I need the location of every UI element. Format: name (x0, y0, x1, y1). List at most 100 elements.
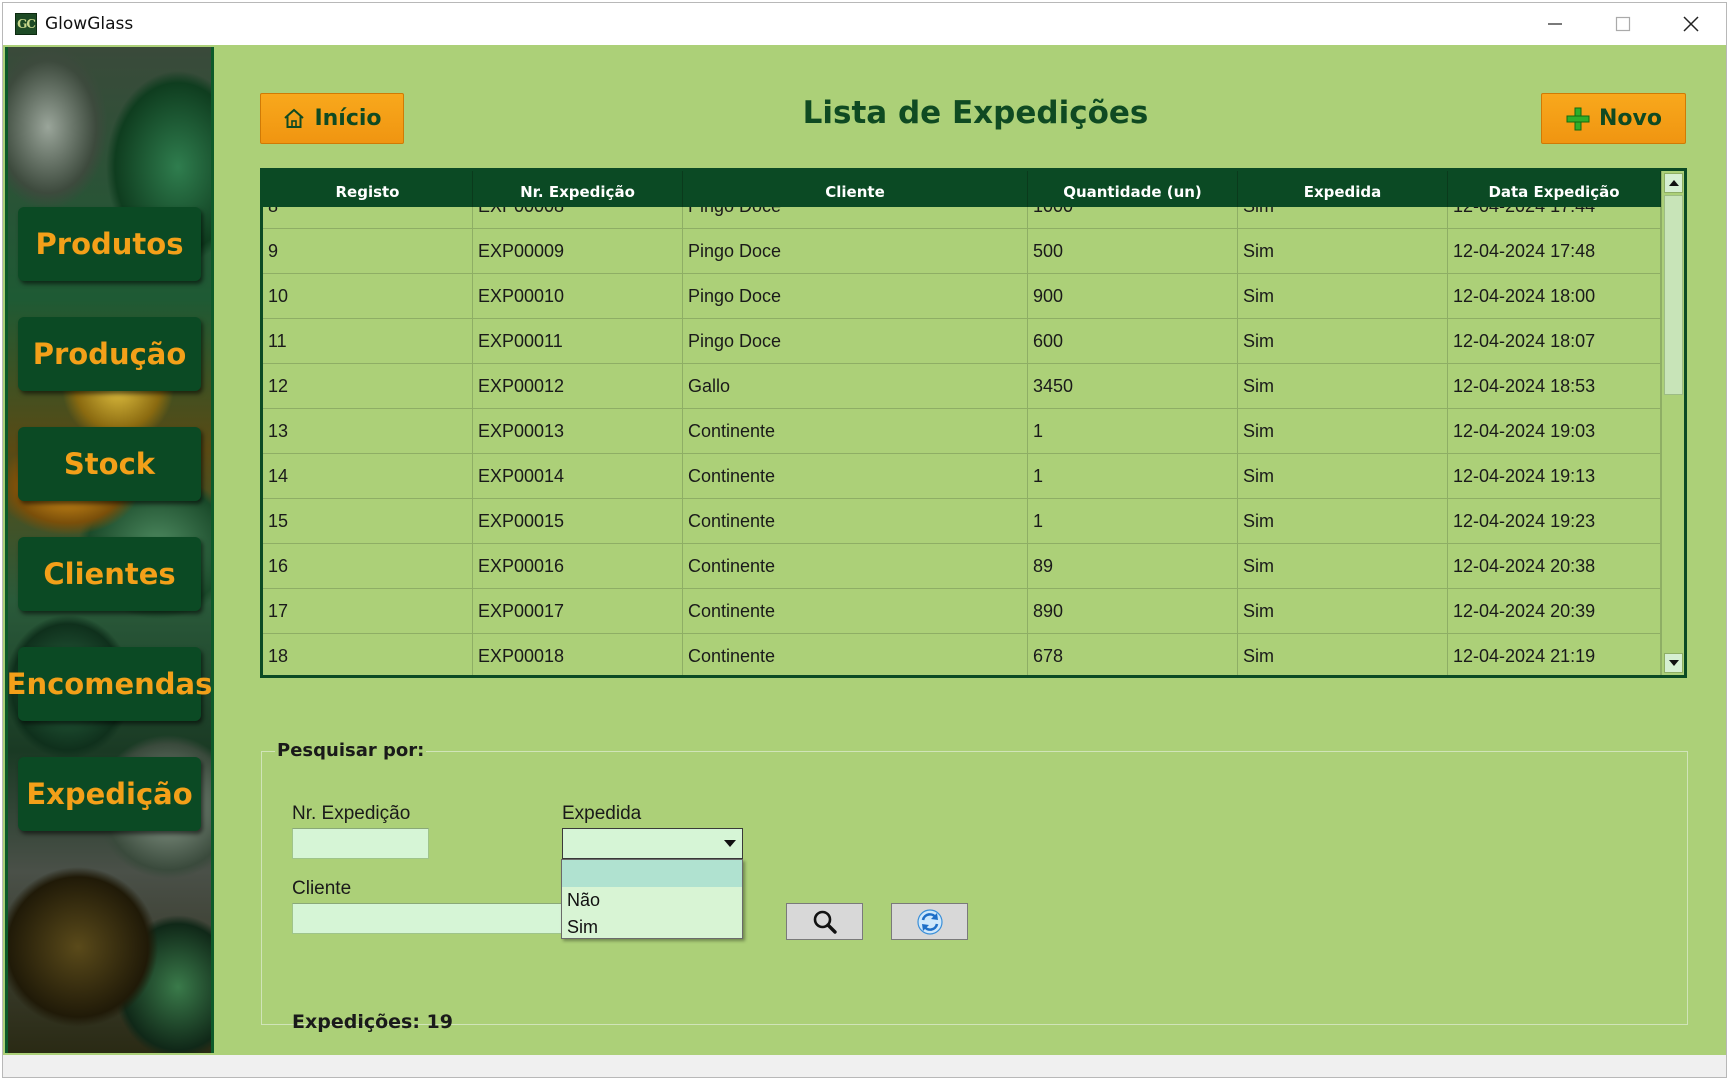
table-cell: 12-04-2024 18:00 (1448, 274, 1661, 319)
table-cell: 9 (263, 229, 473, 274)
table-cell: Pingo Doce (683, 229, 1028, 274)
triangle-up-icon (1668, 180, 1679, 186)
table-cell: 1 (1028, 499, 1238, 544)
column-header[interactable]: Expedida (1238, 171, 1448, 207)
window-title: GlowGlass (45, 14, 134, 34)
table-row[interactable]: 8EXP00008Pingo Doce1000Sim12-04-2024 17:… (263, 207, 1661, 229)
table-row[interactable]: 12 EXP00012 Gallo 3450 Sim 12-04-2024 18:53 (263, 364, 1661, 409)
table-cell: 1 (1028, 409, 1238, 454)
title-bar[interactable]: GC GlowGlass (3, 3, 1726, 45)
table-cell: 16 (263, 544, 473, 589)
table-cell: 12-04-2024 18:53 (1448, 364, 1661, 409)
maximize-icon (1615, 16, 1631, 32)
nr-expedicao-input[interactable] (292, 828, 429, 859)
table-cell: 89 (1028, 544, 1238, 589)
table-cell: 678 (1028, 634, 1238, 675)
table-cell: Sim (1238, 409, 1448, 454)
shipments-table[interactable]: Registo Nr. Expedição Cliente Quantidade (u… (260, 168, 1687, 678)
table-cell: Sim (1238, 454, 1448, 499)
table-cell: 1 (1028, 454, 1238, 499)
scroll-up-button[interactable] (1664, 173, 1683, 193)
table-row[interactable]: 9 EXP00009 Pingo Doce 500 Sim 12-04-2024 17:4… (263, 229, 1661, 274)
table-cell: Sim (1238, 274, 1448, 319)
search-icon (813, 910, 837, 934)
table-cell: EXP00009 (473, 229, 683, 274)
table-cell: Pingo Doce (683, 319, 1028, 364)
table-cell: 13 (263, 409, 473, 454)
table-body[interactable]: 8EXP00008Pingo Doce1000Sim12-04-2024 17:… (263, 207, 1661, 675)
table-row[interactable]: 13 EXP00013 Continente 1 Sim 12-04-2024 19:03 (263, 409, 1661, 454)
table-cell: Continente (683, 589, 1028, 634)
dropdown-option-sim[interactable]: Sim (562, 914, 742, 941)
column-header[interactable]: Data Expedição (1448, 171, 1661, 207)
table-cell: 18 (263, 634, 473, 675)
expedida-select[interactable] (562, 828, 743, 859)
table-row[interactable]: 16 EXP00016 Continente 89 Sim 12-04-2024 20:3… (263, 544, 1661, 589)
home-button-label: Início (314, 106, 382, 131)
scroll-down-button[interactable] (1664, 653, 1683, 673)
table-row[interactable]: 15 EXP00015 Continente 1 Sim 12-04-2024 19:23 (263, 499, 1661, 544)
sidebar: Produtos Produção Stock Clientes Encomen… (5, 47, 214, 1053)
column-header[interactable]: Nr. Expedição (473, 171, 683, 207)
sidebar-item-encomendas[interactable]: Encomendas (8, 647, 211, 721)
plus-icon (1566, 107, 1590, 130)
table-cell: 12-04-2024 21:19 (1448, 634, 1661, 675)
table-cell: 12-04-2024 18:07 (1448, 319, 1661, 364)
column-header[interactable]: Cliente (683, 171, 1028, 207)
table-row[interactable]: 10 EXP00010 Pingo Doce 900 Sim 12-04-2024 18:… (263, 274, 1661, 319)
table-cell: 12-04-2024 19:13 (1448, 454, 1661, 499)
table-header: Registo Nr. Expedição Cliente Quantidade (u… (263, 171, 1661, 207)
sidebar-item-stock[interactable]: Stock (18, 427, 201, 501)
table-cell: Sim (1238, 499, 1448, 544)
table-cell: 12-04-2024 17:44 (1448, 207, 1661, 229)
table-cell: 12 (263, 364, 473, 409)
table-cell: 12-04-2024 19:03 (1448, 409, 1661, 454)
refresh-button[interactable] (891, 903, 968, 940)
vertical-scrollbar[interactable] (1661, 171, 1684, 675)
minimize-button[interactable] (1522, 3, 1588, 45)
sidebar-item-clientes[interactable]: Clientes (18, 537, 201, 611)
table-cell: 12-04-2024 19:23 (1448, 499, 1661, 544)
cliente-label: Cliente (292, 878, 352, 899)
main-area: Produtos Produção Stock Clientes Encomen… (3, 45, 1726, 1055)
table-cell: EXP00012 (473, 364, 683, 409)
sidebar-item-expedicao[interactable]: Expedição (18, 757, 201, 831)
dropdown-option-nao[interactable]: Não (562, 887, 742, 914)
close-button[interactable] (1658, 3, 1724, 45)
table-cell: Pingo Doce (683, 207, 1028, 229)
table-cell: EXP00018 (473, 634, 683, 675)
search-button[interactable] (786, 903, 863, 940)
sidebar-item-produtos[interactable]: Produtos (18, 207, 201, 281)
table-cell: 15 (263, 499, 473, 544)
new-button[interactable]: Novo (1541, 93, 1686, 144)
minimize-icon (1548, 23, 1562, 25)
table-cell: EXP00016 (473, 544, 683, 589)
table-cell: Sim (1238, 589, 1448, 634)
refresh-icon (916, 908, 943, 935)
expedida-dropdown-list[interactable]: Não Sim (561, 859, 743, 939)
table-cell: Continente (683, 634, 1028, 675)
search-group (261, 751, 1688, 1025)
sidebar-item-producao[interactable]: Produção (18, 317, 201, 391)
column-header[interactable]: Registo (263, 171, 473, 207)
column-header[interactable]: Quantidade (un) (1028, 171, 1238, 207)
table-row[interactable]: 18 EXP00018 Continente 678 Sim 12-04-2024 21:… (263, 634, 1661, 675)
table-cell: Sim (1238, 364, 1448, 409)
table-row[interactable]: 17 EXP00017 Continente 890 Sim 12-04-2024 20:… (263, 589, 1661, 634)
table-cell: Sim (1238, 207, 1448, 229)
table-cell: EXP00013 (473, 409, 683, 454)
table-cell: EXP00014 (473, 454, 683, 499)
cliente-input[interactable] (292, 903, 562, 934)
home-button[interactable]: Início (260, 93, 404, 144)
dropdown-option-blank[interactable] (562, 860, 742, 887)
table-cell: Sim (1238, 544, 1448, 589)
scrollbar-thumb[interactable] (1664, 195, 1683, 395)
new-button-label: Novo (1599, 106, 1662, 131)
maximize-button[interactable] (1590, 3, 1656, 45)
expedida-dropdown-button[interactable] (719, 830, 741, 857)
table-row[interactable]: 14 EXP00014 Continente 1 Sim 12-04-2024 19:13 (263, 454, 1661, 499)
table-cell: 17 (263, 589, 473, 634)
table-cell: 8 (263, 207, 473, 229)
table-cell: EXP00008 (473, 207, 683, 229)
table-row[interactable]: 11 EXP00011 Pingo Doce 600 Sim 12-04-2024 18:… (263, 319, 1661, 364)
